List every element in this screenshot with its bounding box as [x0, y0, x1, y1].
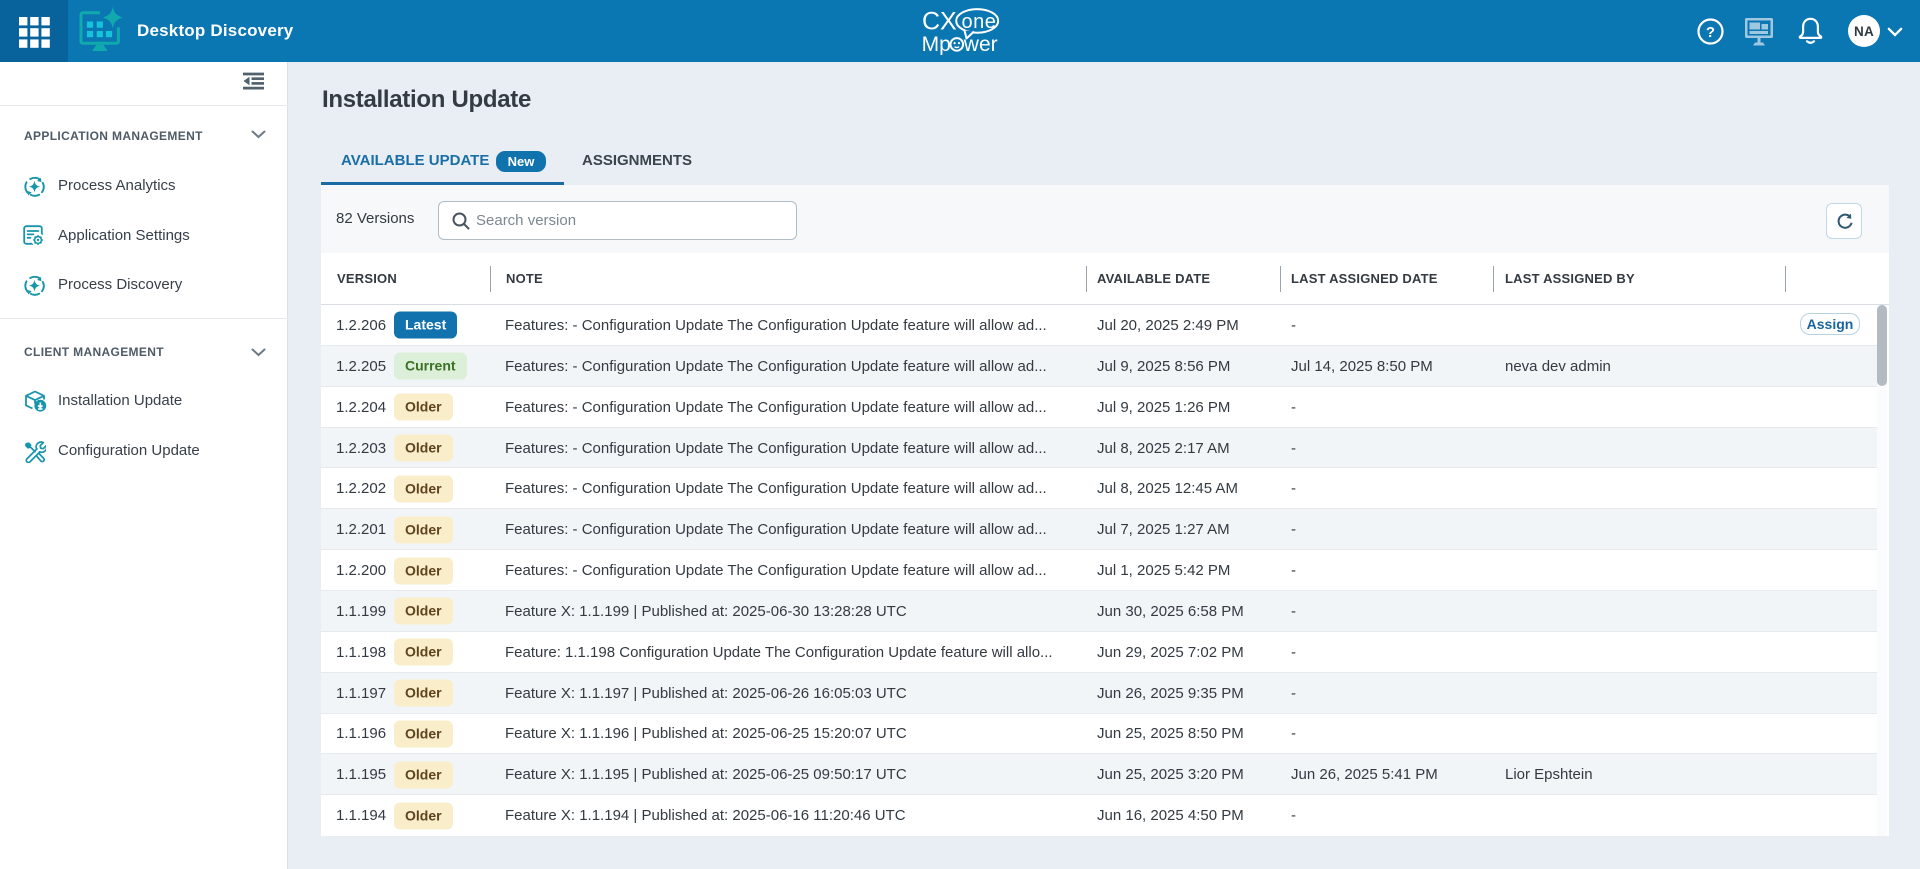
- svg-text:one: one: [962, 11, 997, 33]
- svg-text:wer: wer: [963, 33, 998, 55]
- svg-text:CX: CX: [922, 7, 957, 35]
- svg-text:?: ?: [1705, 24, 1714, 41]
- svg-text:Mp: Mp: [922, 33, 951, 55]
